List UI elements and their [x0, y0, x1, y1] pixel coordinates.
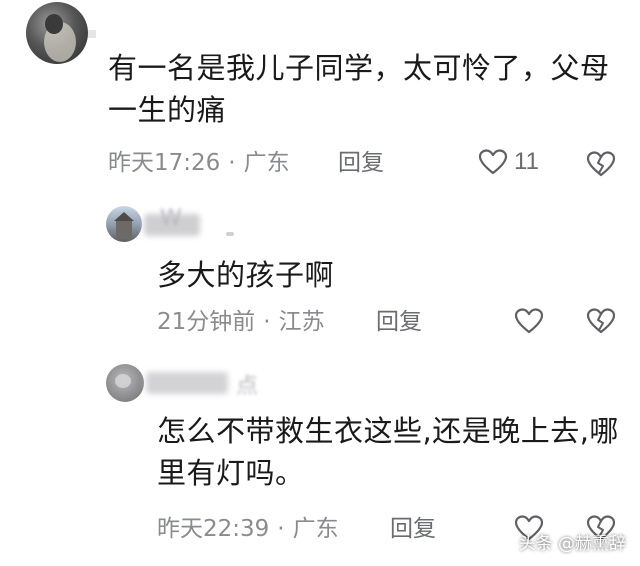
dislike-button[interactable]	[586, 307, 616, 335]
comment-time: 昨天22:39	[157, 516, 270, 542]
username-partial: 点	[236, 374, 259, 399]
avatar[interactable]	[26, 2, 88, 64]
comment-time: 21分钟前	[157, 309, 256, 335]
avatar-image	[44, 14, 76, 62]
heart-outline-icon	[514, 308, 544, 334]
username[interactable]	[146, 372, 228, 394]
comment-location: 广东	[292, 516, 339, 542]
comment-text: 有一名是我儿子同学，太可怜了，父母一生的痛	[108, 51, 610, 127]
comment-location: 江苏	[278, 309, 325, 335]
broken-heart-icon	[586, 308, 616, 334]
like-button[interactable]	[514, 307, 544, 335]
username-partial: W	[160, 206, 182, 231]
author-flag	[88, 30, 96, 38]
username-trailing	[226, 232, 234, 236]
comment-meta: 21分钟前 · 江苏	[157, 307, 325, 337]
reply-button[interactable]: 回复	[376, 307, 422, 337]
comment-time: 昨天17:26	[108, 150, 221, 176]
avatar[interactable]	[106, 364, 144, 402]
separator: ·	[228, 150, 236, 176]
avatar-image	[114, 212, 134, 238]
heart-outline-icon	[478, 149, 508, 175]
reply-button[interactable]: 回复	[338, 148, 384, 178]
separator: ·	[277, 516, 285, 542]
comment-meta: 昨天22:39 · 广东	[157, 514, 339, 544]
dislike-button[interactable]	[586, 150, 616, 178]
avatar-image	[115, 374, 131, 388]
comment-location: 广东	[243, 150, 290, 176]
comment-meta: 昨天17:26 · 广东	[108, 148, 290, 178]
avatar[interactable]	[106, 206, 142, 242]
like-button[interactable]: 11	[478, 148, 539, 176]
watermark: 头条 @赫熏辞	[518, 534, 626, 554]
reply-button[interactable]: 回复	[390, 514, 436, 544]
broken-heart-icon	[586, 151, 616, 177]
comment-text: 多大的孩子啊	[157, 258, 335, 292]
like-count: 11	[514, 148, 539, 175]
comment-text: 怎么不带救生衣这些,还是晚上去,哪里有灯吗。	[157, 414, 619, 490]
separator: ·	[263, 309, 271, 335]
